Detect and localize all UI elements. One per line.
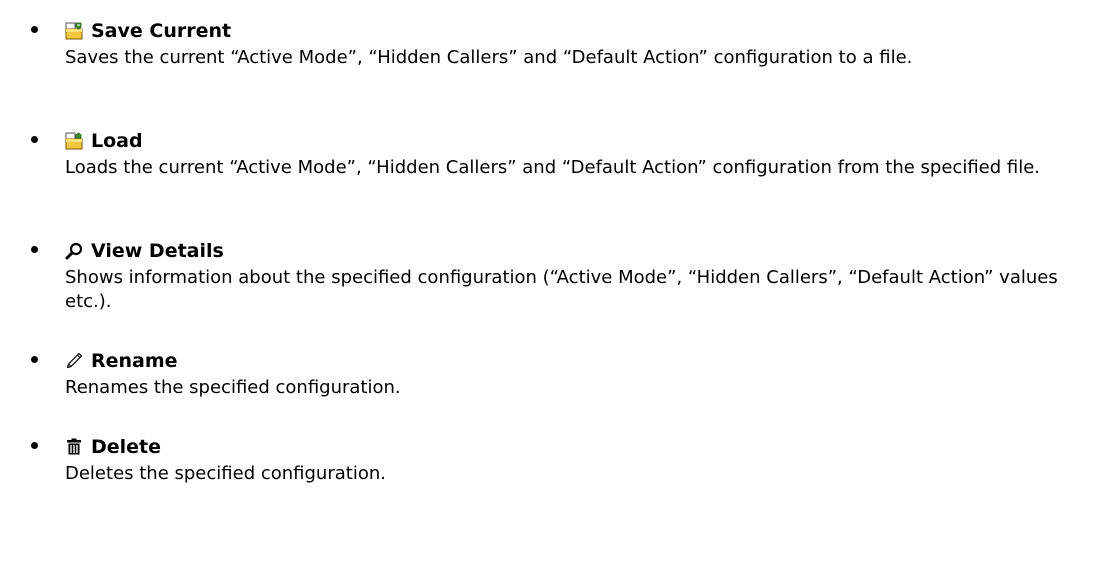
item-heading: Delete (65, 436, 161, 458)
item-description: Saves the current “Active Mode”, “Hidden… (65, 47, 913, 68)
item-title: Delete (91, 436, 162, 458)
bullet (31, 246, 38, 253)
bullet (31, 356, 38, 363)
item-heading: Rename (65, 350, 178, 372)
item-title: View Details (91, 240, 224, 262)
save-folder-icon (65, 22, 83, 40)
bullet (31, 136, 38, 143)
item-description: Deletes the specified configuration. (65, 463, 386, 484)
item-title: Load (91, 130, 143, 152)
item-heading: Load (65, 130, 143, 152)
item-heading: Save Current (65, 20, 231, 42)
item-title: Rename (91, 350, 178, 372)
item-description: Renames the specified configuration. (65, 377, 401, 398)
pencil-icon (65, 352, 83, 370)
bullet (31, 26, 38, 33)
item-description: Loads the current “Active Mode”, “Hidden… (65, 157, 1041, 178)
item-title: Save Current (91, 20, 232, 42)
load-folder-icon (65, 132, 83, 150)
item-heading: View Details (65, 240, 224, 262)
trash-icon (65, 438, 83, 456)
magnifier-icon (65, 242, 83, 260)
bullet (31, 442, 38, 449)
item-description: Shows information about the specified co… (65, 267, 1058, 312)
